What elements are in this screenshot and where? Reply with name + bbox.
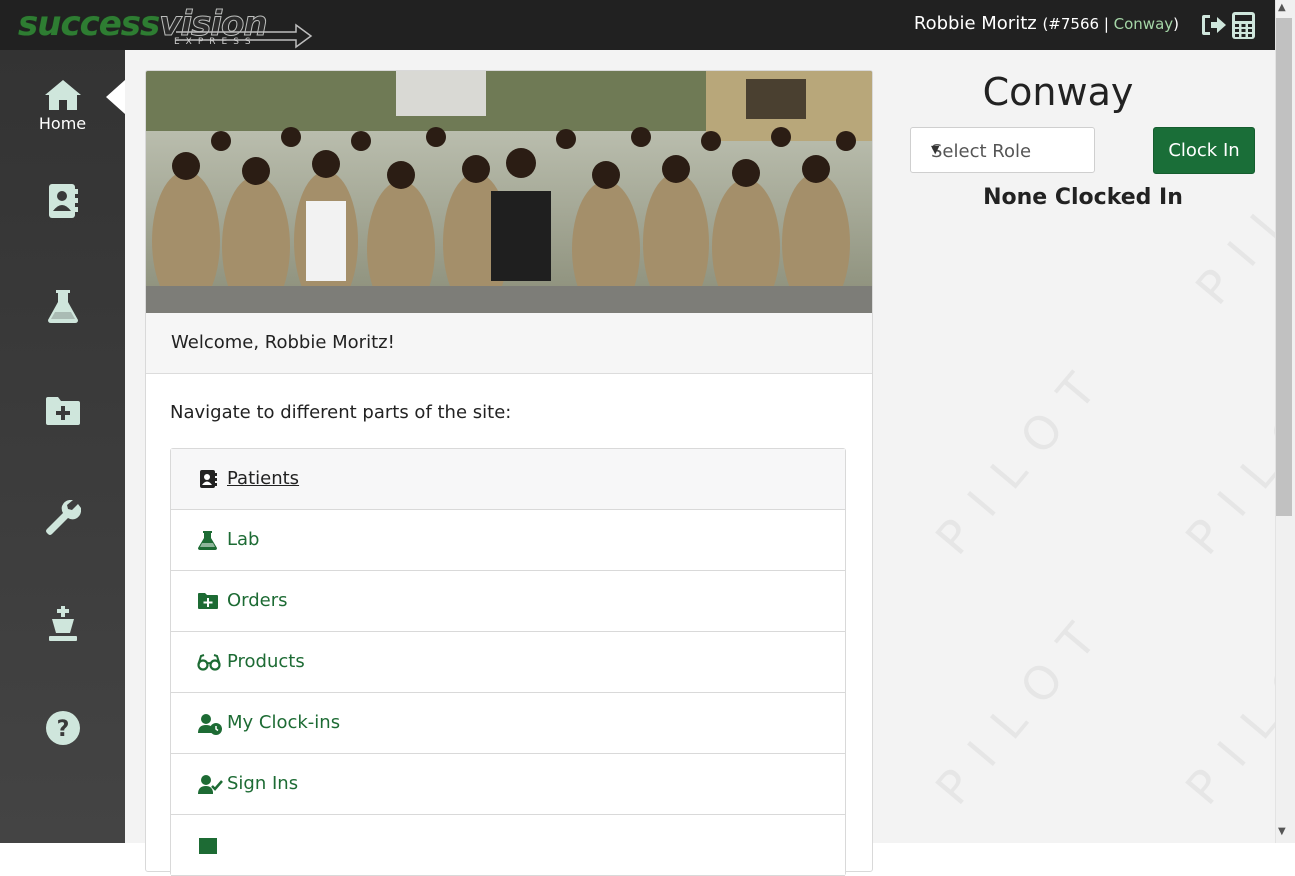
nav-item-reports[interactable] — [171, 815, 845, 876]
user-info: Robbie Moritz (#7566 | Conway) — [913, 13, 1179, 34]
nav-list: Patients Lab Orders Products My Clock-in… — [170, 448, 846, 876]
chess-king-icon — [48, 606, 77, 641]
sidebar-item-tools[interactable] — [0, 500, 125, 536]
location-title: Conway — [982, 70, 1134, 114]
user-check-icon — [197, 774, 223, 794]
sidebar-item-help[interactable]: ? — [0, 710, 125, 746]
nav-item-products[interactable]: Products — [171, 632, 845, 693]
top-bar: successvision EXPRESS Robbie Moritz (#75… — [0, 0, 1295, 50]
orders-icon — [45, 397, 80, 425]
nav-intro: Navigate to different parts of the site: — [170, 402, 512, 423]
caret-down-icon: ▼ — [931, 143, 940, 156]
hero-image — [146, 71, 872, 317]
sidebar: Home ? — [0, 50, 125, 843]
nav-label: My Clock-ins — [227, 712, 341, 733]
flask-icon — [197, 530, 219, 550]
sign-out-icon[interactable] — [1200, 12, 1228, 42]
patients-icon — [48, 184, 78, 218]
nav-label: Lab — [227, 529, 260, 550]
sidebar-item-lab[interactable] — [0, 288, 125, 324]
sidebar-item-admin[interactable] — [0, 606, 125, 642]
scrollbar-thumb[interactable] — [1276, 18, 1292, 516]
nav-item-patients[interactable]: Patients — [171, 449, 845, 510]
calculator-icon[interactable] — [1232, 12, 1255, 43]
user-clock-icon — [197, 713, 222, 735]
main-content: PILOT PILOT PILOT PILOT PILOT Welcome, R… — [125, 50, 1295, 876]
user-name: Robbie Moritz — [913, 13, 1037, 34]
card-header: Welcome, Robbie Moritz! — [146, 313, 872, 374]
watermark: PILOT — [925, 596, 1121, 815]
clock-in-button[interactable]: Clock In — [1153, 127, 1255, 174]
nav-label: Orders — [227, 590, 288, 611]
sidebar-item-patients[interactable] — [0, 183, 125, 219]
home-icon — [44, 80, 81, 110]
nav-item-my-clock-ins[interactable]: My Clock-ins — [171, 693, 845, 754]
lab-icon — [47, 290, 78, 323]
nav-label: Products — [227, 651, 305, 672]
nav-label: Patients — [227, 468, 300, 489]
report-icon — [197, 835, 219, 855]
clock-status: None Clocked In — [983, 185, 1183, 210]
wrench-icon — [45, 500, 81, 535]
nav-label: Sign Ins — [227, 773, 299, 794]
welcome-greeting: Welcome, Robbie Moritz! — [171, 332, 395, 353]
sidebar-item-label: Home — [38, 114, 87, 133]
successvision-logo[interactable]: successvision EXPRESS — [16, 4, 316, 50]
glasses-icon — [197, 652, 221, 672]
nav-item-lab[interactable]: Lab — [171, 510, 845, 571]
nav-item-orders[interactable]: Orders — [171, 571, 845, 632]
location-link[interactable]: Conway — [1114, 15, 1174, 33]
address-book-icon — [197, 469, 219, 489]
user-id: (#7566 — [1042, 15, 1100, 33]
role-select[interactable]: Select Role ▼ — [910, 127, 1095, 173]
scroll-up-icon[interactable]: ▲ — [1278, 2, 1286, 13]
active-indicator — [106, 80, 125, 114]
svg-text:?: ? — [56, 717, 69, 742]
nav-item-sign-ins[interactable]: Sign Ins — [171, 754, 845, 815]
folder-plus-icon — [197, 591, 219, 611]
help-icon: ? — [45, 711, 80, 745]
watermark: PILOT — [925, 346, 1121, 565]
sidebar-item-orders[interactable] — [0, 396, 125, 426]
scroll-down-icon[interactable]: ▼ — [1278, 826, 1286, 837]
